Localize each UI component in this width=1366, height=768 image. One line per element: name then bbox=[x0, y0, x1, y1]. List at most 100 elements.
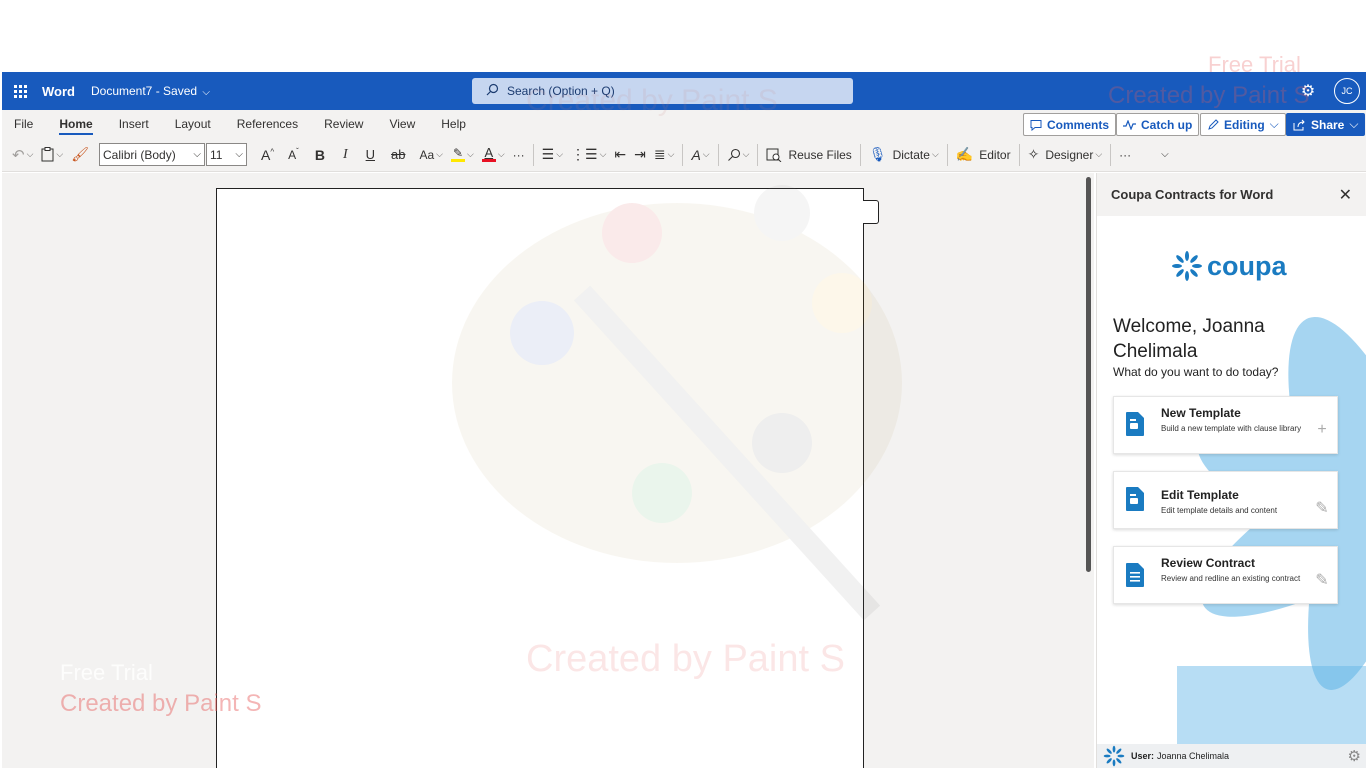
grow-font-icon: A^ bbox=[261, 146, 275, 163]
watermark-created-by: Created by Paint S bbox=[526, 638, 845, 680]
document-icon bbox=[1125, 486, 1147, 512]
format-painter-icon: 🖌 bbox=[71, 146, 90, 162]
coupa-starburst-icon bbox=[1172, 251, 1202, 281]
undo-icon: ↶ bbox=[12, 146, 25, 164]
change-case-button[interactable]: Aa ⌵ bbox=[415, 142, 447, 168]
font-color-icon: A bbox=[481, 146, 496, 162]
card-description: Build a new template with clause library bbox=[1161, 424, 1302, 433]
decrease-indent-icon: ⇤ bbox=[614, 146, 627, 162]
format-painter-button[interactable]: 🖌 bbox=[67, 142, 93, 168]
tab-help[interactable]: Help bbox=[428, 110, 479, 138]
bullets-button[interactable]: ☰ ⌵ bbox=[538, 142, 567, 168]
bold-button[interactable]: B bbox=[311, 142, 329, 168]
document-icon bbox=[1125, 562, 1147, 588]
document-title: Document7 bbox=[90, 84, 153, 98]
tab-home[interactable]: Home bbox=[46, 110, 105, 138]
microphone-icon: 🎙 bbox=[868, 146, 887, 162]
chevron-down-icon: ⌵ bbox=[1349, 117, 1359, 131]
more-options-button[interactable]: ··· bbox=[1115, 142, 1135, 168]
app-name[interactable]: Word bbox=[42, 84, 75, 99]
close-icon[interactable]: ✕ bbox=[1339, 185, 1352, 205]
styles-button[interactable]: A ⌵ bbox=[687, 142, 713, 168]
font-name-select[interactable]: Calibri (Body) ⌵ bbox=[99, 143, 206, 166]
share-button[interactable]: Share ⌵ bbox=[1286, 113, 1366, 136]
change-case-label: Aa bbox=[419, 147, 435, 162]
editing-mode-button[interactable]: Editing ⌵ bbox=[1200, 113, 1286, 136]
watermark-created-by: Created by Paint S bbox=[526, 84, 778, 117]
decrease-indent-button[interactable]: ⇤ bbox=[610, 142, 630, 168]
waffle-icon[interactable] bbox=[6, 72, 34, 110]
toolbar-divider bbox=[717, 143, 719, 166]
search-icon bbox=[486, 83, 499, 99]
pencil-icon: ✎ bbox=[1315, 571, 1329, 589]
italic-button[interactable]: I bbox=[339, 142, 352, 168]
dictate-button[interactable]: 🎙 Dictate ⌵ bbox=[865, 142, 943, 168]
edit-template-card[interactable]: Edit Template Edit template details and … bbox=[1113, 471, 1338, 529]
coupa-task-pane: Coupa Contracts for Word ✕ coupa Welcome… bbox=[1096, 173, 1366, 768]
document-status: - Saved bbox=[155, 84, 198, 98]
avatar[interactable]: JC bbox=[1334, 78, 1360, 104]
font-size-select[interactable]: 11 ⌵ bbox=[206, 143, 248, 166]
watermark-created-by: Created by Paint S bbox=[1108, 82, 1310, 109]
pencil-icon bbox=[1208, 118, 1219, 130]
paste-button[interactable]: ⌵ bbox=[37, 142, 67, 168]
tab-file[interactable]: File bbox=[2, 110, 46, 138]
task-pane-header: Coupa Contracts for Word ✕ bbox=[1097, 173, 1366, 216]
strikethrough-button[interactable]: ab bbox=[387, 142, 409, 168]
align-button[interactable]: ≣ ⌵ bbox=[650, 142, 679, 168]
numbering-icon: ⋮☰ bbox=[571, 146, 598, 162]
card-description: Edit template details and content bbox=[1161, 506, 1278, 515]
tab-view[interactable]: View bbox=[376, 110, 428, 138]
undo-button[interactable]: ↶ ⌵ bbox=[8, 142, 37, 168]
tab-layout[interactable]: Layout bbox=[162, 110, 224, 138]
increase-indent-button[interactable]: ⇥ bbox=[630, 142, 650, 168]
welcome-question: What do you want to do today? bbox=[1113, 365, 1279, 379]
highlight-button[interactable]: ✎ ⌵ bbox=[447, 142, 478, 168]
designer-icon: ✧ bbox=[1027, 146, 1040, 162]
reuse-files-label: Reuse Files bbox=[788, 147, 852, 162]
document-icon bbox=[1125, 411, 1147, 437]
coupa-logo: coupa bbox=[1171, 250, 1287, 282]
more-font-options-button[interactable]: ··· bbox=[509, 142, 529, 168]
grow-font-button[interactable]: A^ bbox=[257, 142, 278, 168]
underline-button[interactable]: U bbox=[362, 142, 379, 168]
new-template-card[interactable]: New Template Build a new template with c… bbox=[1113, 396, 1338, 454]
dictate-label: Dictate bbox=[892, 147, 930, 162]
welcome-heading: Welcome, Joanna Chelimala bbox=[1113, 316, 1265, 362]
editor-button[interactable]: ✍ Editor bbox=[952, 142, 1015, 168]
designer-label: Designer bbox=[1045, 147, 1094, 162]
toolbar-divider bbox=[682, 143, 684, 166]
task-pane-footer: User: Joanna Chelimala ⚙ bbox=[1097, 744, 1366, 768]
chevron-down-icon: ⌵ bbox=[202, 87, 210, 98]
tab-references[interactable]: References bbox=[224, 110, 311, 138]
review-contract-card[interactable]: Review Contract Review and redline an ex… bbox=[1113, 546, 1338, 604]
toolbar-divider bbox=[1110, 143, 1112, 166]
catch-up-label: Catch up bbox=[1141, 117, 1193, 132]
designer-button[interactable]: ✧ Designer ⌵ bbox=[1024, 142, 1107, 168]
watermark-created-by: Created by Paint S bbox=[60, 690, 262, 717]
chevron-down-icon: ⌵ bbox=[235, 149, 244, 160]
tab-insert[interactable]: Insert bbox=[106, 110, 162, 138]
numbering-button[interactable]: ⋮☰ ⌵ bbox=[567, 142, 610, 168]
document-scrollbar[interactable] bbox=[1086, 177, 1091, 572]
shrink-font-icon: Aˇ bbox=[288, 147, 299, 162]
find-button[interactable]: ⌵ bbox=[723, 142, 754, 168]
toolbar-divider bbox=[1018, 143, 1020, 166]
tab-review[interactable]: Review bbox=[311, 110, 376, 138]
task-pane-body: coupa Welcome, Joanna Chelimala What do … bbox=[1097, 216, 1366, 744]
gear-icon[interactable]: ⚙ bbox=[1348, 747, 1361, 765]
plus-icon: + bbox=[1317, 420, 1327, 438]
reuse-files-button[interactable]: Reuse Files bbox=[762, 142, 855, 168]
font-color-button[interactable]: A ⌵ bbox=[478, 142, 509, 168]
toolbar-divider bbox=[859, 143, 861, 166]
comment-icon bbox=[1030, 119, 1042, 131]
share-label: Share bbox=[1311, 117, 1345, 132]
coupa-logo-text: coupa bbox=[1207, 250, 1287, 281]
document-name[interactable]: Document7 - Saved ⌵ bbox=[91, 84, 210, 98]
card-title: Review Contract bbox=[1161, 556, 1256, 570]
shrink-font-button[interactable]: Aˇ bbox=[284, 142, 303, 168]
comments-button[interactable]: Comments bbox=[1023, 113, 1117, 136]
catch-up-button[interactable]: Catch up bbox=[1116, 113, 1200, 136]
ribbon-expand-button[interactable]: ⌵ bbox=[1157, 142, 1173, 168]
font-size-value: 11 bbox=[210, 147, 223, 162]
